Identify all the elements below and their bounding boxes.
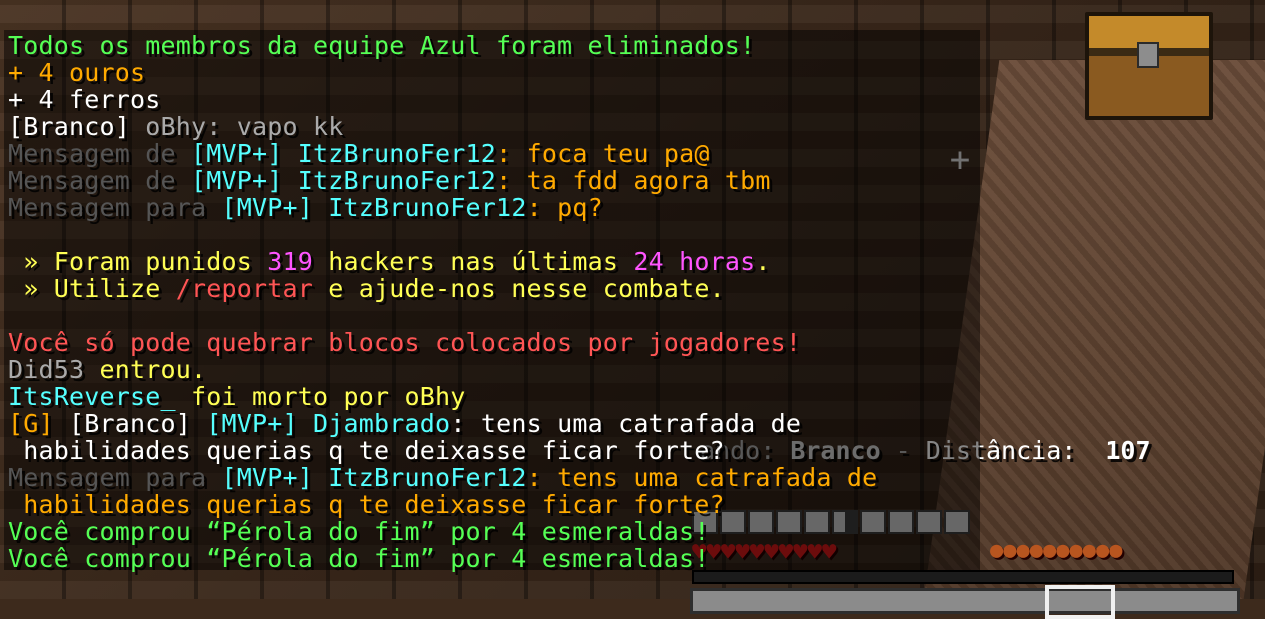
punished-count: 319	[267, 247, 314, 276]
rank-tag: [MVP+]	[191, 409, 298, 438]
chat-line-purchase: Você comprou “Pérola do fim” por 4 esmer…	[8, 544, 710, 573]
chat-line-private-message: Mensagem de [MVP+] ItzBrunoFer12: foca t…	[8, 140, 710, 167]
message-text: : tens uma catrafada de	[450, 409, 802, 438]
report-command-link[interactable]: /reportar	[176, 274, 313, 303]
rank-tag: [MVP+]	[191, 139, 283, 168]
hotbar[interactable]	[690, 585, 1240, 619]
global-tag: [G]	[8, 409, 54, 438]
player-name[interactable]: oBhy	[130, 112, 206, 141]
chat-line-private-message: Mensagem de [MVP+] ItzBrunoFer12: ta fdd…	[8, 167, 771, 194]
join-text: entrou.	[84, 355, 207, 384]
message-text: : foca teu pa@	[496, 139, 710, 168]
message-text: : vapo kk	[206, 112, 344, 141]
player-name[interactable]: ItzBrunoFer12	[313, 193, 527, 222]
team-tag: [Branco]	[8, 112, 131, 141]
hotbar-selected-slot[interactable]	[1045, 585, 1115, 619]
announcement-text: e ajude-nos nesse combate.	[313, 274, 725, 303]
experience-bar	[692, 570, 1234, 584]
chat-line-private-message-cont: habilidades querias q te deixasse ficar …	[8, 490, 725, 519]
announcement-text: .	[755, 247, 771, 276]
pm-prefix: Mensagem para	[8, 193, 222, 222]
player-name[interactable]: ItzBrunoFer12	[313, 463, 527, 492]
player-name[interactable]: ItzBrunoFer12	[283, 139, 497, 168]
hunger-bar: ●●●●●●●●●●	[990, 538, 1122, 563]
rank-tag: [MVP+]	[191, 166, 283, 195]
message-text: : ta fdd agora tbm	[496, 166, 771, 195]
pm-prefix: Mensagem de	[8, 139, 192, 168]
chat-line-player-joined: Did53 entrou.	[8, 356, 206, 383]
pm-prefix: Mensagem para	[8, 463, 222, 492]
rank-tag: [MVP+]	[221, 193, 314, 222]
player-name[interactable]: Did53	[8, 355, 84, 384]
chat-line-announcement: » Foram punidos 319 hackers nas últimas …	[8, 248, 771, 275]
chat-line-global-message: [G] [Branco] [MVP+] Djambrado: tens uma …	[8, 410, 801, 437]
distance-value: 107	[1105, 436, 1151, 465]
chat-line-announcement: » Utilize /reportar e ajude-nos nesse co…	[8, 275, 725, 302]
chat-line-global-message-cont: habilidades querias q te deixasse ficar …	[8, 436, 725, 465]
chat-line-gold-reward: + 4 ouros	[8, 58, 146, 87]
victim-name[interactable]: ItsReverse_	[8, 382, 176, 411]
chest-block[interactable]	[1085, 12, 1213, 120]
chat-line-kill: ItsReverse_ foi morto por oBhy	[8, 383, 466, 410]
chat-line-private-message: Mensagem para [MVP+] ItzBrunoFer12: pq?	[8, 194, 603, 221]
message-text: : pq?	[526, 193, 603, 222]
drumstick-icon: ●●●●●●●●●●	[990, 538, 1123, 563]
team-tag: [Branco]	[53, 409, 192, 438]
rank-tag: [MVP+]	[221, 463, 314, 492]
chat-line-warning: Você só pode quebrar blocos colocados po…	[8, 328, 802, 357]
kill-text: foi morto por oBhy	[175, 382, 466, 411]
chat-line-player-message: [Branco] oBhy: vapo kk	[8, 113, 344, 140]
announcement-text: hackers nas últimas	[313, 247, 634, 276]
pm-prefix: Mensagem de	[8, 166, 192, 195]
chat-line-private-message: Mensagem para [MVP+] ItzBrunoFer12: tens…	[8, 464, 877, 491]
player-name[interactable]: Djambrado	[298, 409, 451, 438]
announcement-text: » Utilize	[8, 274, 176, 303]
player-name[interactable]: ItzBrunoFer12	[283, 166, 497, 195]
chat-box: Todos os membros da equipe Azul foram el…	[4, 30, 980, 573]
chat-line-iron-reward: + 4 ferros	[8, 85, 161, 114]
announcement-text: » Foram punidos	[8, 247, 268, 276]
chat-line-team-eliminated: Todos os membros da equipe Azul foram el…	[8, 31, 756, 60]
time-window: 24 horas	[633, 247, 756, 276]
chat-line-purchase: Você comprou “Pérola do fim” por 4 esmer…	[8, 517, 710, 546]
message-text: : tens uma catrafada de	[526, 463, 878, 492]
